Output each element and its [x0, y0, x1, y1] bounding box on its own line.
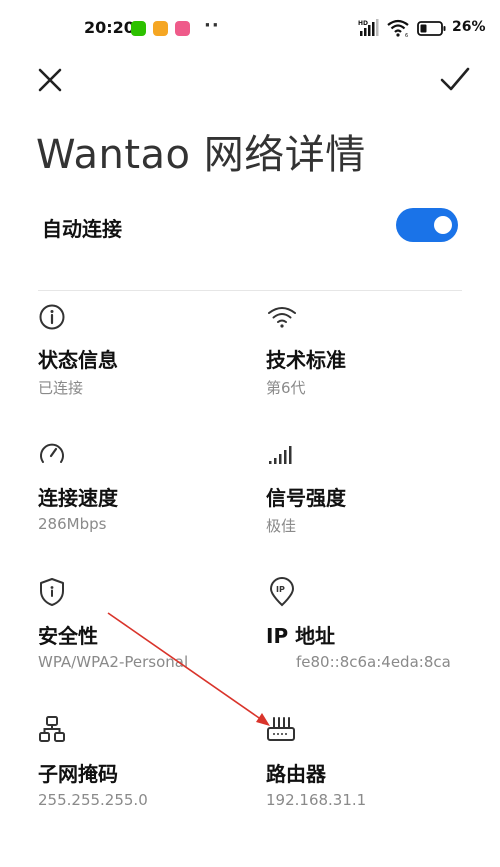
security-value: WPA/WPA2-Personal: [38, 653, 189, 671]
auto-connect-label: 自动连接: [42, 217, 122, 241]
close-icon: [38, 68, 62, 92]
confirm-button[interactable]: [438, 64, 472, 96]
speed-label: 连接速度: [38, 486, 118, 510]
close-button[interactable]: [34, 64, 66, 96]
standard-label: 技术标准: [266, 348, 346, 372]
svg-text:IP: IP: [276, 585, 285, 594]
status-time: 20:20: [84, 18, 135, 37]
standard-value: 第6代: [266, 379, 306, 397]
battery-percent: 26%: [452, 19, 486, 35]
divider: [38, 290, 462, 291]
wechat-icon: [131, 21, 146, 36]
speedometer-icon: [38, 440, 66, 468]
auto-connect-toggle[interactable]: [396, 208, 458, 242]
notes-app-icon: [153, 21, 168, 36]
network-topology-icon: [38, 715, 66, 743]
wifi-status-icon: 6: [387, 19, 411, 41]
battery-icon: [417, 21, 447, 40]
ip-label: IP 地址: [266, 624, 336, 648]
signal-value: 极佳: [266, 517, 297, 535]
gallery-app-icon: [175, 21, 190, 36]
speed-value: 286Mbps: [38, 515, 107, 533]
svg-text:HD: HD: [358, 20, 368, 27]
ip-location-icon: IP: [268, 577, 296, 607]
router-label: 路由器: [266, 762, 326, 786]
status-label: 状态信息: [38, 348, 118, 372]
ip-value: fe80::8c6a:4eda:8ca: [296, 653, 451, 671]
toggle-knob: [434, 216, 452, 234]
router-value: 192.168.31.1: [266, 791, 367, 809]
more-notifications-icon: ··: [204, 15, 220, 36]
shield-icon: [38, 577, 66, 607]
cellular-signal-icon: HD: [358, 19, 382, 41]
signal-strength-icon: [268, 444, 296, 466]
page-title: Wantao 网络详情: [36, 132, 366, 178]
subnet-value: 255.255.255.0: [38, 791, 148, 809]
wifi-icon: [267, 304, 297, 330]
svg-text:6: 6: [405, 33, 408, 37]
check-icon: [440, 67, 470, 91]
info-icon: [38, 303, 66, 331]
subnet-label: 子网掩码: [38, 762, 118, 786]
signal-label: 信号强度: [266, 486, 346, 510]
status-value: 已连接: [38, 379, 84, 397]
security-label: 安全性: [38, 624, 98, 648]
router-icon: [266, 716, 296, 744]
